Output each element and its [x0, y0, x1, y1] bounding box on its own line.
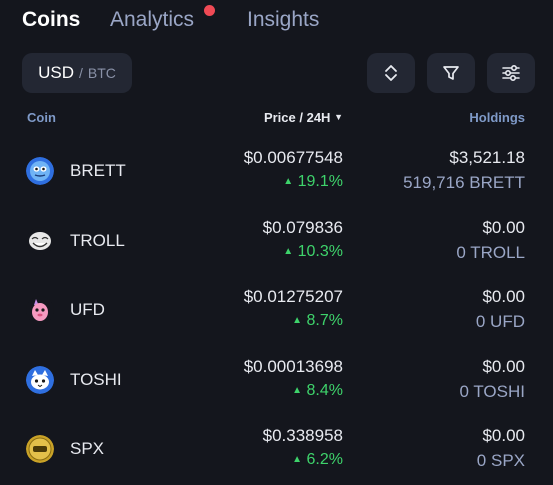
coin-name: UFD — [70, 300, 105, 319]
coin-name: SPX — [70, 439, 105, 458]
settings-button[interactable] — [487, 53, 535, 93]
holding-value: $0.00 — [482, 357, 525, 376]
sort-caret-icon: ▼ — [334, 112, 343, 122]
change-value: 10.3% — [297, 243, 343, 260]
holding-amount: 0 TROLL — [456, 243, 525, 262]
holding-amount: 0 TOSHI — [459, 382, 525, 401]
coin-price: $0.01275207 — [243, 287, 343, 306]
holding-amount: 519,716 BRETT — [403, 173, 525, 192]
currency-separator: / — [79, 65, 83, 81]
coin-price: $0.00677548 — [243, 148, 343, 167]
coin-price: $0.338958 — [262, 426, 343, 445]
coin-change: ▲ 8.4% — [292, 382, 343, 400]
tab-insights[interactable]: Insights — [247, 8, 319, 32]
brett-icon — [26, 157, 54, 185]
change-value: 8.4% — [306, 382, 343, 399]
troll-icon — [26, 227, 54, 255]
coin-row-troll[interactable]: TROLL $0.079836 ▲ 10.3% $0.00 0 TROLL — [0, 207, 553, 277]
notification-dot — [204, 5, 215, 16]
tab-analytics[interactable]: Analytics — [110, 8, 194, 32]
holding-amount: 0 SPX — [476, 451, 525, 470]
up-triangle-icon: ▲ — [283, 246, 294, 257]
ufd-icon — [26, 296, 54, 324]
coin-name: TROLL — [70, 231, 125, 250]
sort-button[interactable] — [367, 53, 415, 93]
coin-change: ▲ 10.3% — [283, 243, 343, 261]
coin-price: $0.00013698 — [243, 357, 343, 376]
column-header-price[interactable]: Price / 24H ▼ — [264, 110, 343, 125]
change-value: 19.1% — [297, 173, 343, 190]
coin-change: ▲ 6.2% — [292, 451, 343, 469]
holding-amount: 0 UFD — [475, 312, 525, 331]
tab-coins[interactable]: Coins — [22, 8, 80, 32]
sliders-icon — [502, 64, 520, 82]
holding-value: $0.00 — [482, 287, 525, 306]
coin-change: ▲ 8.7% — [292, 312, 343, 330]
column-header-coin[interactable]: Coin — [27, 110, 56, 125]
sort-updown-icon — [385, 65, 397, 81]
spx-icon — [26, 435, 54, 463]
coin-row-toshi[interactable]: TOSHI $0.00013698 ▲ 8.4% $0.00 0 TOSHI — [0, 346, 553, 416]
filter-button[interactable] — [427, 53, 475, 93]
holding-value: $0.00 — [482, 218, 525, 237]
up-triangle-icon: ▲ — [292, 385, 303, 396]
change-value: 6.2% — [306, 451, 343, 468]
currency-btc[interactable]: BTC — [88, 65, 116, 81]
coin-row-spx[interactable]: SPX $0.338958 ▲ 6.2% $0.00 0 SPX — [0, 415, 553, 485]
up-triangle-icon: ▲ — [292, 315, 303, 326]
up-triangle-icon: ▲ — [292, 454, 303, 465]
filter-icon — [443, 66, 459, 80]
holding-value: $3,521.18 — [449, 148, 525, 167]
coin-row-ufd[interactable]: UFD $0.01275207 ▲ 8.7% $0.00 0 UFD — [0, 276, 553, 346]
column-header-price-label: Price / 24H — [263, 110, 331, 125]
currency-usd[interactable]: USD — [38, 63, 74, 83]
coin-price: $0.079836 — [262, 218, 343, 237]
tab-bar: Coins Analytics Insights — [0, 0, 553, 40]
change-value: 8.7% — [306, 312, 343, 329]
currency-toggle[interactable]: USD / BTC — [22, 53, 132, 93]
coin-change: ▲ 19.1% — [283, 173, 343, 191]
coin-name: BRETT — [70, 161, 126, 180]
toshi-icon — [26, 366, 54, 394]
coin-name: TOSHI — [70, 370, 122, 389]
up-triangle-icon: ▲ — [283, 176, 294, 187]
holding-value: $0.00 — [482, 426, 525, 445]
coin-row-brett[interactable]: BRETT $0.00677548 ▲ 19.1% $3,521.18 519,… — [0, 137, 553, 207]
column-header-holdings[interactable]: Holdings — [469, 110, 525, 125]
